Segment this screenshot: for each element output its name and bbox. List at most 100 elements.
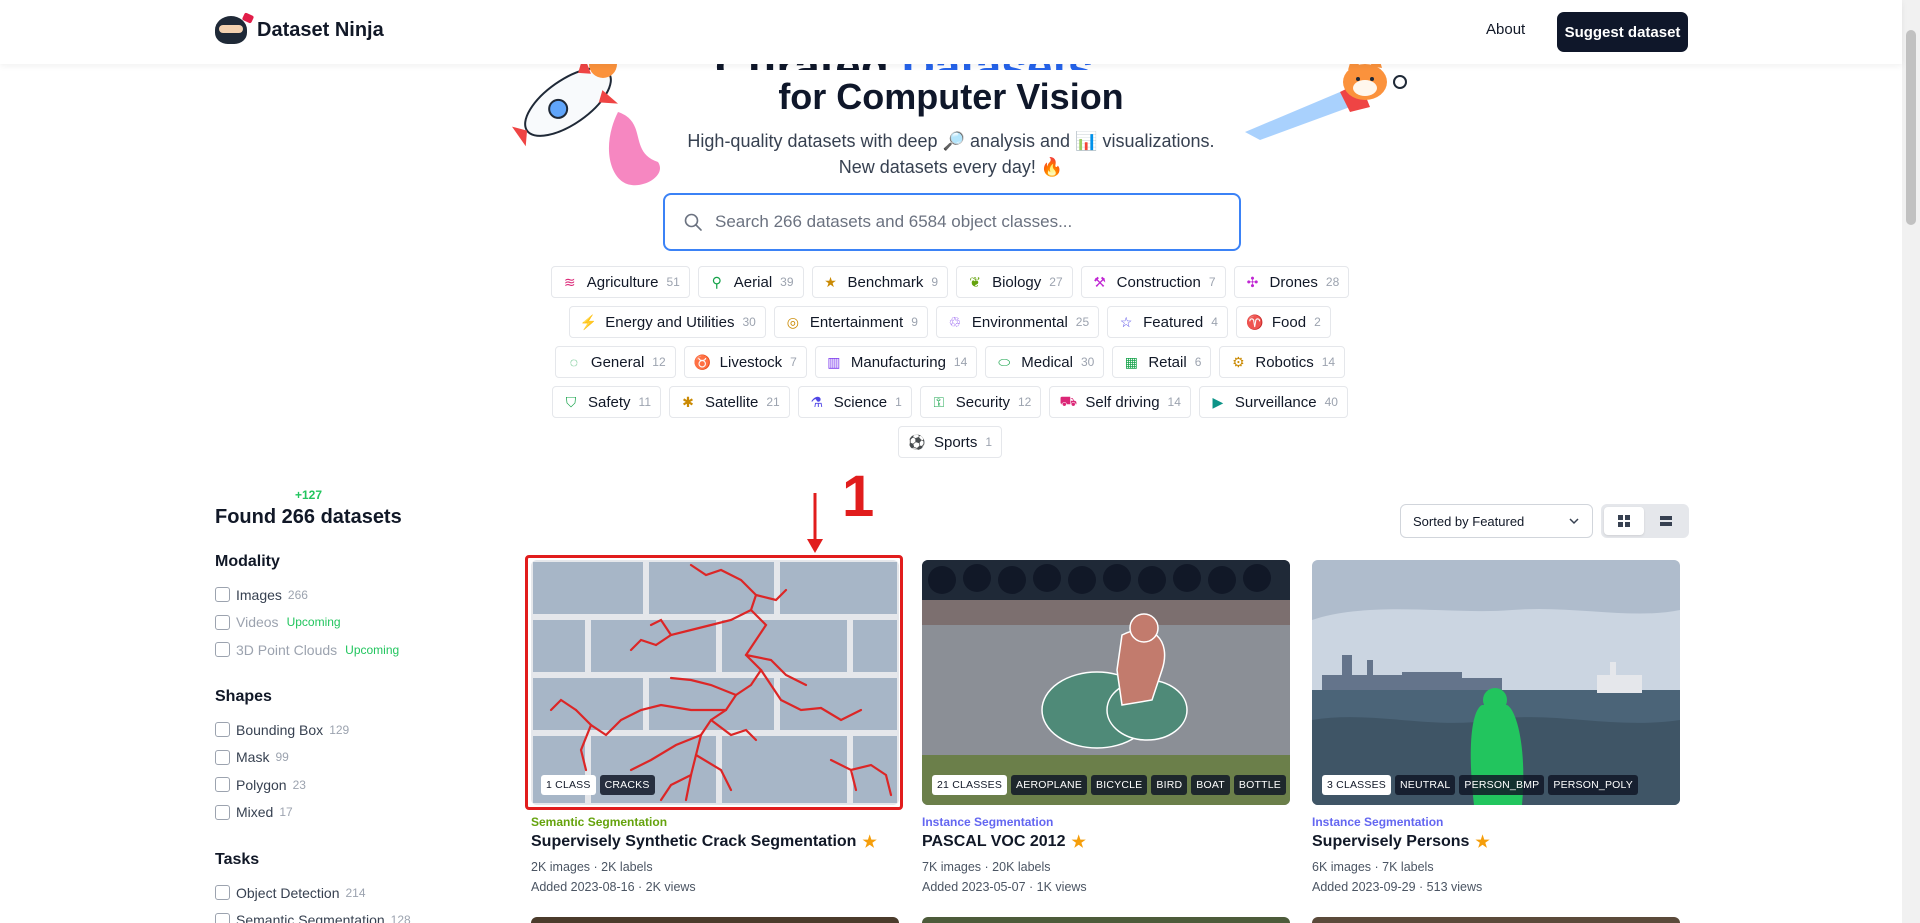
checkbox[interactable] xyxy=(215,912,230,923)
filter-option-semantic-segmentation[interactable]: Semantic Segmentation 128 xyxy=(215,907,411,923)
tag-benchmark[interactable]: ★ Benchmark 9 xyxy=(811,266,949,298)
filter-modality: Modality Images 266 Videos Upcoming 3D P… xyxy=(215,553,399,664)
tag-construction[interactable]: ⚒ Construction 7 xyxy=(1080,266,1226,298)
filter-option-mixed[interactable]: Mixed 17 xyxy=(215,799,349,827)
dataset-title[interactable]: Supervisely Synthetic Crack Segmentation… xyxy=(531,832,899,852)
tag-entertainment[interactable]: ◎ Entertainment 9 xyxy=(773,306,928,338)
filter-option-3d-point-clouds[interactable]: 3D Point Clouds Upcoming xyxy=(215,636,399,664)
filter-option-object-detection[interactable]: Object Detection 214 xyxy=(215,879,411,907)
dataset-card-next-peek[interactable] xyxy=(531,917,899,923)
tag-energy-and-utilities[interactable]: ⚡ Energy and Utilities 30 xyxy=(569,306,766,338)
tag-surveillance[interactable]: ▶ Surveillance 40 xyxy=(1198,386,1348,418)
task-type-label: Instance Segmentation xyxy=(1312,815,1444,829)
dataset-title[interactable]: Supervisely Persons ★ xyxy=(1312,832,1680,852)
class-badge: NEUTRAL xyxy=(1395,775,1456,795)
class-badge: BICYCLE xyxy=(1091,775,1148,795)
filter-label: Object Detection xyxy=(236,884,340,901)
tag-livestock[interactable]: ♉ Livestock 7 xyxy=(683,346,807,378)
tag-general[interactable]: ◌ General 12 xyxy=(554,346,676,378)
checkbox[interactable] xyxy=(215,614,230,630)
filter-option-bounding-box[interactable]: Bounding Box 129 xyxy=(215,716,349,744)
checkbox[interactable] xyxy=(215,749,230,765)
dataset-title-text: Supervisely Synthetic Crack Segmentation xyxy=(531,833,857,850)
tag-retail[interactable]: ▦ Retail 6 xyxy=(1112,346,1212,378)
tag-medical[interactable]: ⬭ Medical 30 xyxy=(985,346,1105,378)
tag-satellite[interactable]: ✱ Satellite 21 xyxy=(669,386,790,418)
category-tags: ≋ Agriculture 51 ⚲ Aerial 39 ★ Benchmark 9 ❦ Biolo… xyxy=(540,266,1360,458)
tag-biology[interactable]: ❦ Biology 27 xyxy=(956,266,1073,298)
brand-logo[interactable]: Dataset Ninja xyxy=(215,16,384,44)
filter-label: Images xyxy=(236,586,282,603)
sort-selected-value: Sorted by Featured xyxy=(1413,513,1525,529)
dataset-thumbnail[interactable]: 3 CLASSES NEUTRAL PERSON_BMP PERSON_POLY xyxy=(1312,560,1680,805)
checkbox[interactable] xyxy=(215,885,230,901)
dataset-search-box[interactable] xyxy=(663,193,1241,251)
dataset-title[interactable]: PASCAL VOC 2012 ★ xyxy=(922,832,1290,852)
search-icon xyxy=(684,213,702,231)
tag-environmental[interactable]: ♲ Environmental 25 xyxy=(935,306,1100,338)
tag-self-driving[interactable]: ⛟ Self driving 14 xyxy=(1049,386,1191,418)
tag-count: 9 xyxy=(931,275,939,289)
about-link[interactable]: About xyxy=(1486,21,1525,38)
class-badge: PERSON_POLY xyxy=(1548,775,1638,795)
filter-option-images[interactable]: Images 266 xyxy=(215,581,399,609)
tag-label: Aerial xyxy=(733,273,773,291)
dataset-card-supervisely-persons[interactable]: 3 CLASSES NEUTRAL PERSON_BMP PERSON_POLY… xyxy=(1312,560,1680,897)
tag-robotics[interactable]: ⚙ Robotics 14 xyxy=(1219,346,1346,378)
filter-option-mask[interactable]: Mask 99 xyxy=(215,744,349,772)
checkbox[interactable] xyxy=(215,804,230,820)
tag-food[interactable]: ♈ Food 2 xyxy=(1235,306,1331,338)
tag-manufacturing[interactable]: ▥ Manufacturing 14 xyxy=(814,346,978,378)
scrollbar-thumb[interactable] xyxy=(1906,30,1916,225)
checkbox[interactable] xyxy=(215,777,230,793)
motorcycle-image xyxy=(922,560,1290,805)
construction-icon: ⚒ xyxy=(1093,273,1106,290)
tag-science[interactable]: ⚗ Science 1 xyxy=(797,386,912,418)
class-count-badge: 21 CLASSES xyxy=(932,775,1008,795)
page: Dataset Ninja About Suggest dataset Cura… xyxy=(0,0,1920,923)
tag-security[interactable]: ⚿ Security 12 xyxy=(919,386,1042,418)
suggest-dataset-button[interactable]: Suggest dataset xyxy=(1557,12,1688,52)
dataset-card-next-peek[interactable] xyxy=(922,917,1290,923)
class-badge: AEROPLANE xyxy=(1011,775,1088,795)
checkbox[interactable] xyxy=(215,722,230,738)
filter-shapes: Shapes Bounding Box 129 Mask 99 Polygon … xyxy=(215,688,349,826)
tag-drones[interactable]: ✣ Drones 28 xyxy=(1233,266,1350,298)
safety-icon: ⛉ xyxy=(565,393,577,410)
tag-label: Manufacturing xyxy=(850,353,946,371)
tag-sports[interactable]: ⚽ Sports 1 xyxy=(897,426,1003,458)
dataset-card-pascal-voc[interactable]: 21 CLASSES AEROPLANE BICYCLE BIRD BOAT B… xyxy=(922,560,1290,897)
tag-count: 27 xyxy=(1049,275,1063,289)
filter-label: 3D Point Clouds xyxy=(236,641,338,658)
page-scrollbar[interactable] xyxy=(1902,0,1920,923)
list-view-button[interactable] xyxy=(1647,507,1687,535)
dataset-thumbnail[interactable]: 21 CLASSES AEROPLANE BICYCLE BIRD BOAT B… xyxy=(922,560,1290,805)
tag-row: ⚽ Sports 1 xyxy=(897,426,1003,458)
surveillance-icon: ▶ xyxy=(1212,393,1224,410)
tag-label: Robotics xyxy=(1255,353,1314,371)
tag-count: 2 xyxy=(1314,315,1321,329)
tag-count: 28 xyxy=(1325,275,1340,289)
tag-count: 9 xyxy=(911,315,918,329)
filter-count: 128 xyxy=(390,913,411,923)
checkbox[interactable] xyxy=(215,587,230,603)
tag-row: ⚡ Energy and Utilities 30 ◎ Entertainment 9 ♲ E… xyxy=(569,306,1331,338)
tag-count: 11 xyxy=(638,395,651,409)
filter-option-videos[interactable]: Videos Upcoming xyxy=(215,609,399,637)
dataset-card-next-peek[interactable] xyxy=(1312,917,1680,923)
tag-aerial[interactable]: ⚲ Aerial 39 xyxy=(697,266,804,298)
tag-label: Security xyxy=(955,393,1010,411)
filter-option-polygon[interactable]: Polygon 23 xyxy=(215,771,349,799)
tag-count: 14 xyxy=(1167,395,1181,409)
task-type-label: Semantic Segmentation xyxy=(531,815,668,829)
search-input[interactable] xyxy=(715,212,1205,232)
featured-star-icon: ★ xyxy=(862,834,877,851)
tag-agriculture[interactable]: ≋ Agriculture 51 xyxy=(550,266,690,298)
checkbox[interactable] xyxy=(215,642,230,658)
grid-view-button[interactable] xyxy=(1604,507,1644,535)
hero-subtitle: High-quality datasets with deep 🔎 analys… xyxy=(687,131,1215,177)
sort-dropdown[interactable]: Sorted by Featured xyxy=(1400,504,1593,538)
tag-featured[interactable]: ☆ Featured 4 xyxy=(1107,306,1228,338)
tag-safety[interactable]: ⛉ Safety 11 xyxy=(552,386,661,418)
biology-icon: ❦ xyxy=(969,273,981,290)
